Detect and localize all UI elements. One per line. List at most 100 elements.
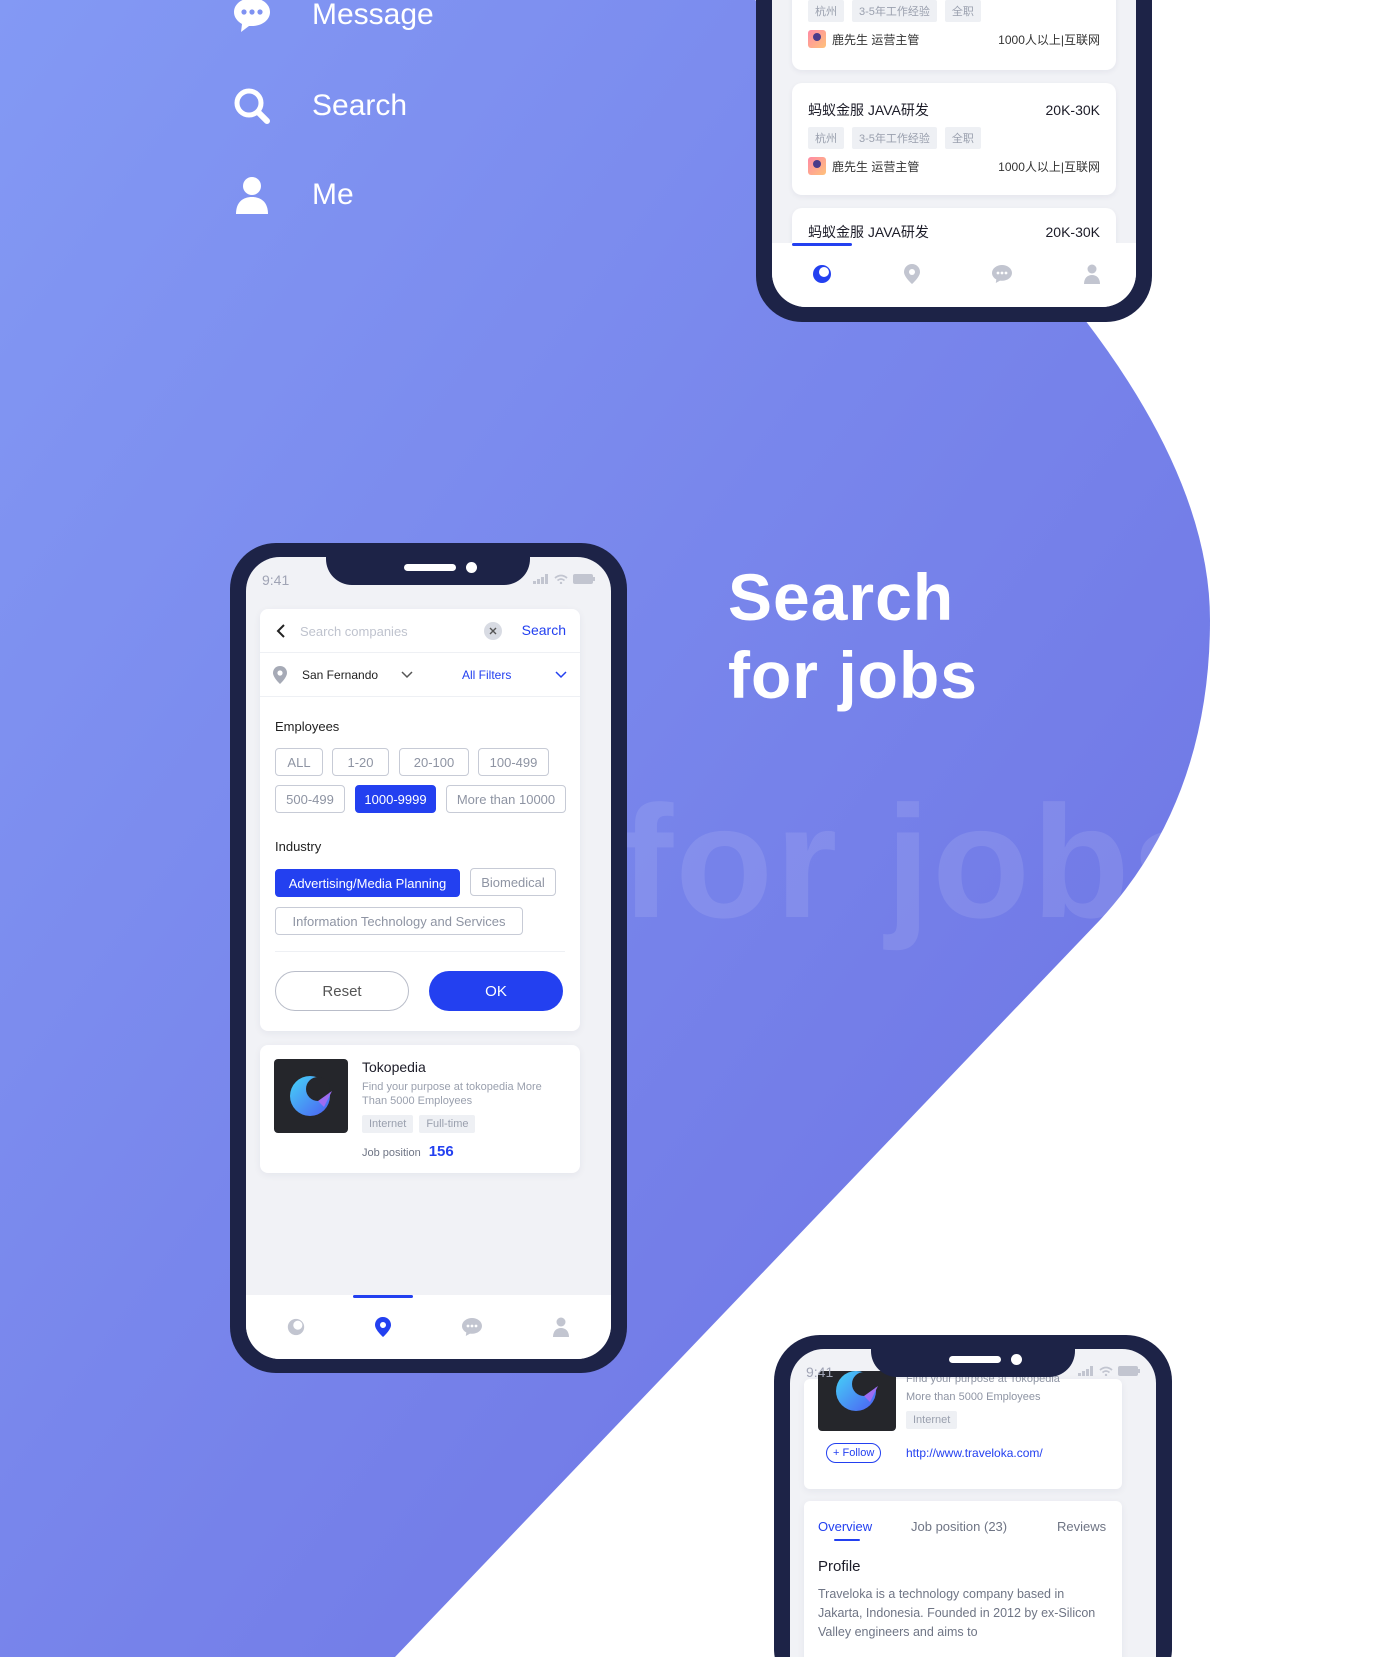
chip-industry-it-services[interactable]: Information Technology and Services [275, 907, 523, 935]
headline: Search for jobs [728, 558, 978, 714]
tab-message-icon[interactable] [987, 259, 1017, 289]
tab-profile-icon[interactable] [546, 1312, 576, 1342]
employees-label: Employees [275, 719, 340, 734]
menu-label-search: Search [312, 89, 408, 122]
chip-industry-biomedical[interactable]: Biomedical [470, 868, 556, 896]
battery-icon [573, 574, 595, 584]
industry-label: Industry [275, 839, 322, 854]
location-select[interactable]: San Fernando [302, 668, 378, 682]
chip-employees-500-499[interactable]: 500-499 [275, 785, 345, 813]
tab-overview[interactable]: Overview [818, 1519, 872, 1534]
phone-bottom-screen: Find your purpose at Tokopedia More than… [790, 1349, 1156, 1657]
back-arrow-icon[interactable] [272, 621, 292, 641]
job-title: 蚂蚁金服 JAVA研发 [808, 224, 929, 240]
status-icons [533, 574, 595, 584]
chip-employees-1-20[interactable]: 1-20 [332, 748, 389, 776]
reset-button[interactable]: Reset [275, 971, 409, 1011]
tab-active-indicator [353, 1295, 413, 1298]
phone-notch [871, 1349, 1075, 1377]
company-logo [818, 1371, 896, 1431]
search-icon [232, 86, 272, 126]
chip-employees-100-499[interactable]: 100-499 [478, 748, 549, 776]
person-icon [232, 175, 272, 215]
tab-location-icon[interactable] [368, 1312, 398, 1342]
job-card-2-tags: 杭州 3-5年工作经验 全职 [808, 127, 981, 149]
tag: 全职 [944, 0, 981, 22]
job-position-label: Job position [362, 1147, 421, 1159]
ok-button[interactable]: OK [429, 971, 563, 1011]
tag: Internet [906, 1411, 958, 1429]
tag: 杭州 [808, 127, 844, 149]
phone-main-screen: 9:41 Search San Fernando [246, 557, 611, 1359]
recruiter: 鹿先生 运营主管 [808, 157, 919, 175]
divider [275, 951, 565, 952]
tab-home-icon[interactable] [807, 259, 837, 289]
phone-bottom: Find your purpose at Tokopedia More than… [774, 1335, 1172, 1657]
chat-bubble-icon [232, 0, 272, 35]
job-card-1-tags: 杭州 3-5年工作经验 全职 [808, 0, 981, 22]
chip-employees-more-than-10000[interactable]: More than 10000 [446, 785, 566, 813]
company-info: 1000人以上|互联网 [998, 32, 1100, 47]
phone-top: 杭州 3-5年工作经验 全职 鹿先生 运营主管 1000人以上|互联网 蚂蚁金服… [756, 0, 1152, 322]
follow-button[interactable]: + Follow [826, 1443, 882, 1463]
all-filters-select[interactable]: All Filters [462, 668, 511, 682]
tag: Internet [362, 1115, 414, 1133]
job-salary: 20K-30K [1045, 224, 1100, 240]
chip-industry-advertising[interactable]: Advertising/Media Planning [275, 869, 460, 897]
menu-item-message[interactable]: Message [232, 0, 434, 35]
job-card-1[interactable]: 杭州 3-5年工作经验 全职 鹿先生 运营主管 1000人以上|互联网 [792, 0, 1116, 70]
job-position: Job position 156 [362, 1143, 454, 1160]
chip-employees-1000-9999[interactable]: 1000-9999 [355, 785, 436, 813]
search-row: Search [260, 609, 580, 653]
company-desc-line-2: More than 5000 Employees [906, 1391, 1041, 1403]
tab-profile-icon[interactable] [1077, 259, 1107, 289]
tab-home-icon[interactable] [281, 1312, 311, 1342]
tab-location-icon[interactable] [897, 259, 927, 289]
tag: 3-5年工作经验 [852, 127, 937, 149]
battery-icon [1118, 1366, 1140, 1376]
tab-job-position[interactable]: Job position (23) [911, 1519, 1007, 1534]
company-info: 1000人以上|互联网 [998, 159, 1100, 174]
headline-line-2: for jobs [728, 638, 978, 712]
company-name: Tokopedia [362, 1059, 426, 1075]
menu-item-search[interactable]: Search [232, 86, 407, 126]
job-card-2[interactable]: 蚂蚁金服 JAVA研发 20K-30K 杭州 3-5年工作经验 全职 鹿先生 运… [792, 83, 1116, 195]
company-header-card: Find your purpose at Tokopedia More than… [804, 1371, 1122, 1489]
wifi-icon [1099, 1366, 1113, 1376]
tab-bar-top [772, 243, 1136, 307]
job-title: 蚂蚁金服 JAVA研发 [808, 102, 929, 118]
clear-icon[interactable] [484, 622, 502, 640]
status-time: 9:41 [262, 572, 290, 588]
ghost-headline: for jobs [620, 772, 1223, 951]
avatar [808, 30, 826, 48]
tab-bar-main [246, 1295, 611, 1359]
chevron-down-icon[interactable] [400, 667, 414, 686]
signal-icon [533, 574, 548, 584]
company-content-card: Overview Job position (23) Reviews Profi… [804, 1501, 1122, 1657]
tag: 全职 [944, 127, 981, 149]
company-card[interactable]: Tokopedia Find your purpose at tokopedia… [260, 1045, 580, 1173]
company-logo [274, 1059, 348, 1133]
search-button[interactable]: Search [522, 622, 566, 638]
search-input[interactable] [300, 620, 476, 642]
tab-active-indicator [834, 1539, 860, 1541]
filter-row: San Fernando All Filters [260, 653, 580, 697]
phone-top-screen: 杭州 3-5年工作经验 全职 鹿先生 运营主管 1000人以上|互联网 蚂蚁金服… [772, 0, 1136, 307]
tag: 杭州 [808, 0, 844, 22]
status-icons [1078, 1366, 1140, 1376]
company-url-link[interactable]: http://www.traveloka.com/ [906, 1446, 1043, 1460]
location-pin-icon [272, 665, 288, 690]
profile-text: Traveloka is a technology company based … [818, 1587, 1096, 1639]
chevron-down-icon[interactable] [554, 667, 568, 686]
tab-reviews[interactable]: Reviews [1057, 1519, 1106, 1534]
menu-item-me[interactable]: Me [232, 175, 354, 215]
chip-employees-20-100[interactable]: 20-100 [399, 748, 469, 776]
phone-notch [326, 557, 530, 585]
job-position-count: 156 [428, 1143, 454, 1160]
status-time: 9:41 [806, 1364, 834, 1380]
tab-message-icon[interactable] [457, 1312, 487, 1342]
recruiter: 鹿先生 运营主管 [808, 30, 919, 48]
job-salary: 20K-30K [1045, 102, 1100, 118]
tag: 3-5年工作经验 [852, 0, 937, 22]
chip-employees-all[interactable]: ALL [275, 748, 323, 776]
